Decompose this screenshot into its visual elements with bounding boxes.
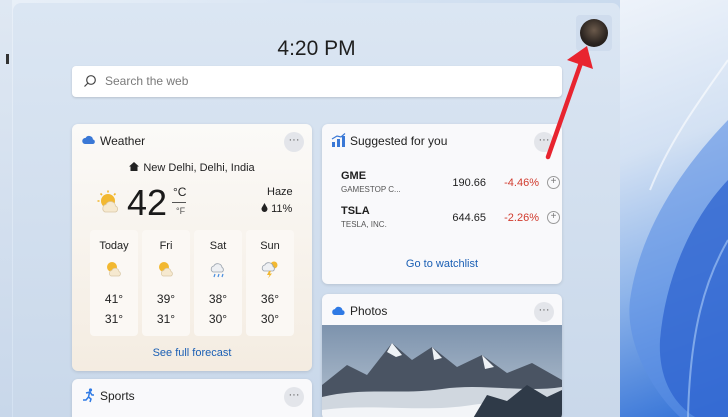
droplet-icon	[261, 203, 268, 212]
humidity-value: 11%	[271, 203, 293, 215]
forecast-high: 41°	[104, 292, 124, 306]
humidity: 11%	[261, 203, 292, 215]
forecast-day[interactable]: Fri 39° 31°	[142, 230, 190, 336]
add-to-watchlist-button[interactable]: +	[547, 176, 560, 189]
forecast-low: 30°	[260, 312, 280, 326]
unit-celsius-toggle[interactable]: °C	[173, 185, 186, 199]
stock-change: -4.46%	[504, 177, 539, 189]
forecast-low: 30°	[208, 312, 228, 326]
forecast-high: 39°	[156, 292, 176, 306]
stock-name: TESLA, INC.	[341, 220, 387, 229]
stock-name: GAMESTOP C...	[341, 185, 401, 194]
forecast-high: 38°	[208, 292, 228, 306]
wallpaper-bloom	[620, 0, 728, 417]
mountain-photo[interactable]	[322, 325, 562, 417]
stock-row[interactable]: GME GAMESTOP C... 190.66 -4.46% +	[341, 170, 560, 200]
annotation-arrow-icon	[545, 46, 593, 160]
weather-cloud-icon	[82, 135, 95, 144]
forecast-day-name: Sun	[260, 240, 280, 252]
forecast-day-name: Fri	[159, 240, 173, 252]
desktop-left-sliver	[0, 0, 12, 417]
add-to-watchlist-button[interactable]: +	[547, 211, 560, 224]
stocks-card[interactable]: Suggested for you ··· GME GAMESTOP C... …	[322, 124, 562, 284]
unit-fahrenheit-toggle[interactable]: °F	[176, 206, 185, 216]
weather-card[interactable]: Weather ··· New Delhi, Delhi, India 42 °…	[72, 124, 312, 371]
stock-change: -2.26%	[504, 212, 539, 224]
search-box[interactable]: Search the web	[72, 66, 562, 97]
forecast-day[interactable]: Today 41° 31°	[90, 230, 138, 336]
weather-condition: Haze	[267, 186, 293, 198]
photos-card[interactable]: Photos ···	[322, 294, 562, 417]
partly-sunny-icon	[97, 190, 118, 213]
rain-cloud-icon	[210, 263, 224, 278]
stocks-title: Suggested for you	[350, 134, 448, 148]
partly-sunny-icon	[159, 262, 173, 277]
unit-divider	[172, 202, 186, 203]
forecast-day-name: Today	[99, 240, 129, 252]
thunderstorm-icon	[261, 261, 278, 279]
weather-location[interactable]: New Delhi, Delhi, India	[72, 162, 312, 174]
sports-more-button[interactable]: ···	[284, 387, 304, 407]
stocks-chart-icon	[331, 133, 346, 147]
forecast-low: 31°	[104, 312, 124, 326]
forecast-low: 31°	[156, 312, 176, 326]
weather-more-button[interactable]: ···	[284, 132, 304, 152]
forecast-row: Today 41° 31° Fri 39° 31° Sat 38° 30° Su…	[90, 230, 294, 336]
search-icon	[84, 75, 96, 87]
photos-more-button[interactable]: ···	[534, 302, 554, 322]
forecast-day[interactable]: Sat 38° 30°	[194, 230, 242, 336]
forecast-day-name: Sat	[209, 240, 227, 252]
stock-symbol: GME	[341, 170, 367, 182]
forecast-high: 36°	[260, 292, 280, 306]
widgets-panel: 4:20 PM Search the web Weather ··· New D…	[13, 3, 620, 417]
stock-price: 190.66	[452, 177, 486, 189]
partly-sunny-icon	[107, 262, 121, 277]
home-icon	[129, 162, 140, 171]
location-text: New Delhi, Delhi, India	[143, 162, 255, 174]
photos-title: Photos	[350, 304, 388, 318]
sports-title: Sports	[100, 389, 135, 403]
weather-title: Weather	[100, 134, 146, 148]
desktop-icon-fragment	[6, 54, 9, 64]
forecast-day[interactable]: Sun 36° 30°	[246, 230, 294, 336]
go-to-watchlist-link[interactable]: Go to watchlist	[322, 258, 562, 270]
onedrive-cloud-icon	[332, 306, 345, 315]
sports-card[interactable]: Sports ···	[72, 379, 312, 417]
search-placeholder: Search the web	[105, 74, 189, 88]
stock-symbol: TSLA	[341, 205, 370, 217]
current-temperature: 42	[127, 182, 168, 223]
clock: 4:20 PM	[277, 37, 356, 60]
sports-runner-icon	[83, 388, 94, 403]
see-full-forecast-link[interactable]: See full forecast	[72, 347, 312, 359]
stock-price: 644.65	[452, 212, 486, 224]
stock-row[interactable]: TSLA TESLA, INC. 644.65 -2.26% +	[341, 205, 560, 235]
